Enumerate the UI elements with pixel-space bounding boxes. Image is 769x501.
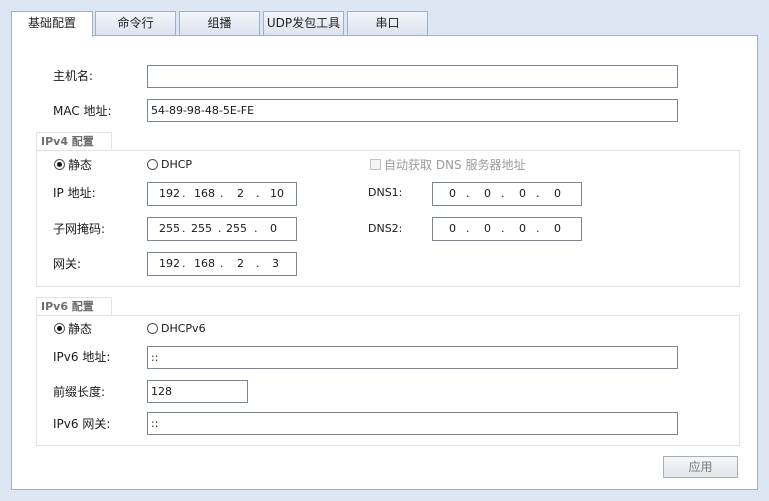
- ipv6-gateway-input[interactable]: ::: [147, 412, 678, 435]
- mask-octet-1: 255: [159, 222, 180, 235]
- mask-octet-2: 255: [191, 222, 212, 235]
- ipv6-static-label: 静态: [68, 322, 93, 336]
- ip-dot: .: [182, 257, 186, 270]
- tab-serial-port[interactable]: 串口: [347, 11, 428, 35]
- tab-udp-tool[interactable]: UDP发包工具: [263, 11, 344, 35]
- ip-dot: .: [501, 187, 505, 200]
- subnet-mask-input[interactable]: 255 . 255 . 255 . 0: [147, 217, 297, 241]
- ip-dot: .: [220, 187, 224, 200]
- mac-input[interactable]: 54-89-98-48-5E-FE: [147, 99, 678, 122]
- gateway-octet-1: 192: [159, 257, 180, 270]
- ipv6-static-radio[interactable]: [54, 323, 65, 334]
- ipv4-static-label: 静态: [68, 158, 93, 172]
- gateway-input[interactable]: 192 . 168 . 2 . 3: [147, 252, 297, 276]
- ip-dot: .: [182, 187, 186, 200]
- ip-dot: .: [536, 187, 540, 200]
- apply-button[interactable]: 应用: [663, 456, 738, 478]
- ip-octet-1: 192: [159, 187, 180, 200]
- dns2-input[interactable]: 0 . 0 . 0 . 0: [432, 217, 582, 241]
- dns1-octet-4: 0: [554, 187, 561, 200]
- dns1-label: DNS1:: [368, 186, 403, 199]
- auto-dns-checkbox[interactable]: [370, 159, 381, 170]
- ip-dot: .: [501, 222, 505, 235]
- ip-dot: .: [256, 257, 260, 270]
- dns2-label: DNS2:: [368, 222, 403, 235]
- ip-dot: .: [466, 187, 470, 200]
- ipv4-static-radio[interactable]: [54, 159, 65, 170]
- ip-octet-2: 168: [194, 187, 215, 200]
- ip-dot: .: [256, 187, 260, 200]
- ipv6-address-label: IPv6 地址:: [53, 350, 111, 364]
- dns1-octet-2: 0: [484, 187, 491, 200]
- ip-dot: .: [220, 257, 224, 270]
- ipv6-dhcpv6-label: DHCPv6: [161, 322, 206, 335]
- hostname-input[interactable]: [147, 65, 678, 88]
- ipv6-address-input[interactable]: ::: [147, 346, 678, 369]
- ipv6-dhcpv6-radio[interactable]: [147, 323, 158, 334]
- tab-basic-config[interactable]: 基础配置: [11, 11, 93, 37]
- mac-label: MAC 地址:: [53, 104, 112, 118]
- ip-dot: .: [182, 222, 186, 235]
- ip-dot: .: [254, 222, 258, 235]
- dns2-octet-4: 0: [554, 222, 561, 235]
- mask-octet-4: 0: [270, 222, 277, 235]
- ip-address-label: IP 地址:: [53, 186, 96, 200]
- dns1-octet-1: 0: [449, 187, 456, 200]
- subnet-mask-label: 子网掩码:: [53, 222, 106, 236]
- ip-dot: .: [218, 222, 222, 235]
- basic-config-panel: 主机名: MAC 地址: 54-89-98-48-5E-FE IPv4 配置 静…: [11, 35, 758, 490]
- gateway-octet-4: 3: [272, 257, 279, 270]
- gateway-label: 网关:: [53, 257, 82, 271]
- dns2-octet-3: 0: [519, 222, 526, 235]
- dns2-octet-2: 0: [484, 222, 491, 235]
- gateway-octet-3: 2: [237, 257, 244, 270]
- ipv4-dhcp-radio[interactable]: [147, 159, 158, 170]
- ip-octet-4: 10: [270, 187, 284, 200]
- ipv4-group-title: IPv4 配置: [36, 132, 112, 151]
- dns1-input[interactable]: 0 . 0 . 0 . 0: [432, 182, 582, 206]
- ip-dot: .: [536, 222, 540, 235]
- ip-dot: .: [466, 222, 470, 235]
- gateway-octet-2: 168: [194, 257, 215, 270]
- ipv4-dhcp-label: DHCP: [161, 158, 193, 171]
- ip-octet-3: 2: [237, 187, 244, 200]
- auto-dns-label: 自动获取 DNS 服务器地址: [384, 158, 526, 172]
- dns2-octet-1: 0: [449, 222, 456, 235]
- ipv6-group-title: IPv6 配置: [36, 297, 112, 316]
- ipv6-gateway-label: IPv6 网关:: [53, 417, 111, 431]
- tab-multicast[interactable]: 组播: [179, 11, 260, 35]
- dns1-octet-3: 0: [519, 187, 526, 200]
- prefix-length-input[interactable]: 128: [147, 380, 248, 403]
- mask-octet-3: 255: [226, 222, 247, 235]
- ip-address-input[interactable]: 192 . 168 . 2 . 10: [147, 182, 297, 206]
- prefix-length-label: 前缀长度:: [53, 385, 106, 399]
- hostname-label: 主机名:: [53, 69, 94, 83]
- tab-command-line[interactable]: 命令行: [95, 11, 176, 35]
